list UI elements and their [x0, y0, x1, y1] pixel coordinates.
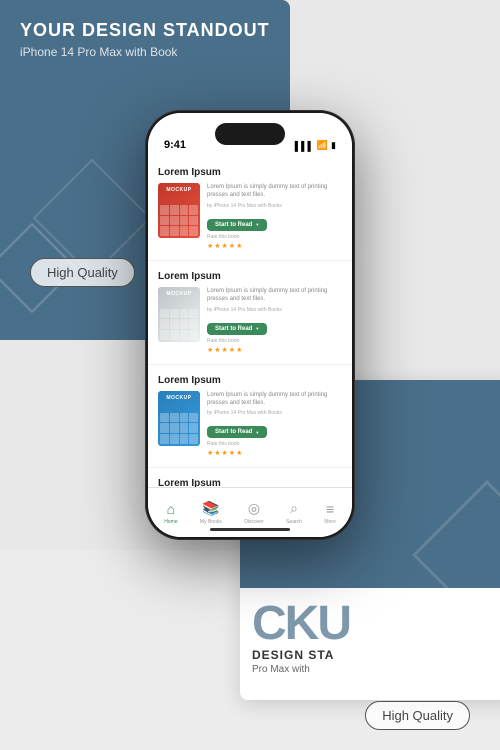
signal-icon: ▌▌▌ [295, 141, 314, 151]
book-meta: Rate this book: [207, 338, 342, 344]
book-title: Lorem Ipsum [158, 167, 342, 178]
book-info: Lorem Ipsum is simply dummy text of prin… [207, 391, 342, 458]
status-icons: ▌▌▌ 📶 ▮ [295, 140, 336, 151]
search-icon: ⌕ [290, 500, 298, 517]
phone-mockup: 9:41 ▌▌▌ 📶 ▮ Lorem Ipsum MOCKUP Lore [145, 110, 355, 540]
book-item: Lorem Ipsum MOCKUP Lorem Ipsum is simply… [148, 468, 352, 487]
more-label: More [324, 519, 335, 525]
nav-item-discover[interactable]: ◎ Discover [244, 500, 263, 525]
book-sub: by iPhone 14 Pro Max with Books [207, 307, 342, 313]
design-sta-text: DESIGN STA [252, 648, 500, 662]
book-sub: by iPhone 14 Pro Max with Books [207, 410, 342, 416]
cover-label: MOCKUP [160, 291, 198, 297]
home-indicator [210, 528, 290, 531]
nav-item-home[interactable]: ⌂ Home [164, 501, 177, 525]
home-icon: ⌂ [167, 501, 175, 517]
book-list: Lorem Ipsum MOCKUP Lorem Ipsum is simply… [148, 157, 352, 487]
book-item: Lorem Ipsum MOCKUP Lorem Ipsum is simply… [148, 157, 352, 261]
read-button[interactable]: Start to Read [207, 426, 267, 438]
phone-outer: 9:41 ▌▌▌ 📶 ▮ Lorem Ipsum MOCKUP Lore [145, 110, 355, 540]
high-quality-badge-bottom: High Quality [365, 701, 470, 730]
nav-item-my-books[interactable]: 📚 My Books [200, 500, 222, 525]
bottom-card-text: CKU DESIGN STA Pro Max with [240, 588, 500, 687]
book-meta: Rate this book: [207, 234, 342, 240]
app-content: Lorem Ipsum MOCKUP Lorem Ipsum is simply… [148, 157, 352, 487]
top-card-line2: iPhone 14 Pro Max with Book [20, 45, 270, 59]
book-cover: MOCKUP [158, 391, 200, 446]
my-books-label: My Books [200, 519, 222, 525]
cover-grid [158, 411, 200, 446]
book-title: Lorem Ipsum [158, 271, 342, 282]
book-item: Lorem Ipsum MOCKUP Lorem Ipsum is simply… [148, 365, 352, 469]
cover-grid [158, 307, 200, 342]
top-card-line1: YOUR DESIGN STANDOUT [20, 20, 270, 41]
more-icon: ≡ [326, 501, 334, 517]
star-rating: ★★★★★ [207, 449, 342, 457]
my-books-icon: 📚 [202, 500, 219, 517]
home-label: Home [164, 519, 177, 525]
nav-item-more[interactable]: ≡ More [324, 501, 335, 525]
search-label: Search [286, 519, 302, 525]
dynamic-island [215, 123, 285, 145]
high-quality-badge-top: High Quality [30, 258, 135, 287]
book-sub: by iPhone 14 Pro Max with Books [207, 203, 342, 209]
top-card-text: YOUR DESIGN STANDOUT iPhone 14 Pro Max w… [20, 20, 270, 59]
phone-inner: 9:41 ▌▌▌ 📶 ▮ Lorem Ipsum MOCKUP Lore [148, 113, 352, 537]
book-row: MOCKUP Lorem Ipsum is simply dummy text … [158, 183, 342, 250]
pro-max-text: Pro Max with [252, 664, 500, 675]
book-info: Lorem Ipsum is simply dummy text of prin… [207, 287, 342, 354]
discover-label: Discover [244, 519, 263, 525]
book-item: Lorem Ipsum MOCKUP Lorem Ipsum is simply… [148, 261, 352, 365]
read-button[interactable]: Start to Read [207, 323, 267, 335]
star-rating: ★★★★★ [207, 242, 342, 250]
read-button[interactable]: Start to Read [207, 219, 267, 231]
cover-label: MOCKUP [160, 187, 198, 193]
book-meta: Rate this book: [207, 441, 342, 447]
battery-icon: ▮ [331, 140, 336, 151]
cover-grid [158, 203, 200, 238]
book-row: MOCKUP Lorem Ipsum is simply dummy text … [158, 287, 342, 354]
book-row: MOCKUP Lorem Ipsum is simply dummy text … [158, 391, 342, 458]
ckup-text: CKU [252, 600, 500, 648]
book-title: Lorem Ipsum [158, 375, 342, 386]
book-info: Lorem Ipsum is simply dummy text of prin… [207, 183, 342, 250]
discover-icon: ◎ [248, 500, 260, 517]
cover-label: MOCKUP [160, 395, 198, 401]
book-cover: MOCKUP [158, 287, 200, 342]
wifi-icon: 📶 [317, 140, 328, 151]
book-title: Lorem Ipsum [158, 478, 342, 487]
book-desc: Lorem Ipsum is simply dummy text of prin… [207, 183, 342, 200]
status-time: 9:41 [164, 139, 186, 151]
book-desc: Lorem Ipsum is simply dummy text of prin… [207, 287, 342, 304]
star-rating: ★★★★★ [207, 346, 342, 354]
nav-item-search[interactable]: ⌕ Search [286, 500, 302, 525]
book-desc: Lorem Ipsum is simply dummy text of prin… [207, 391, 342, 408]
book-cover: MOCKUP [158, 183, 200, 238]
